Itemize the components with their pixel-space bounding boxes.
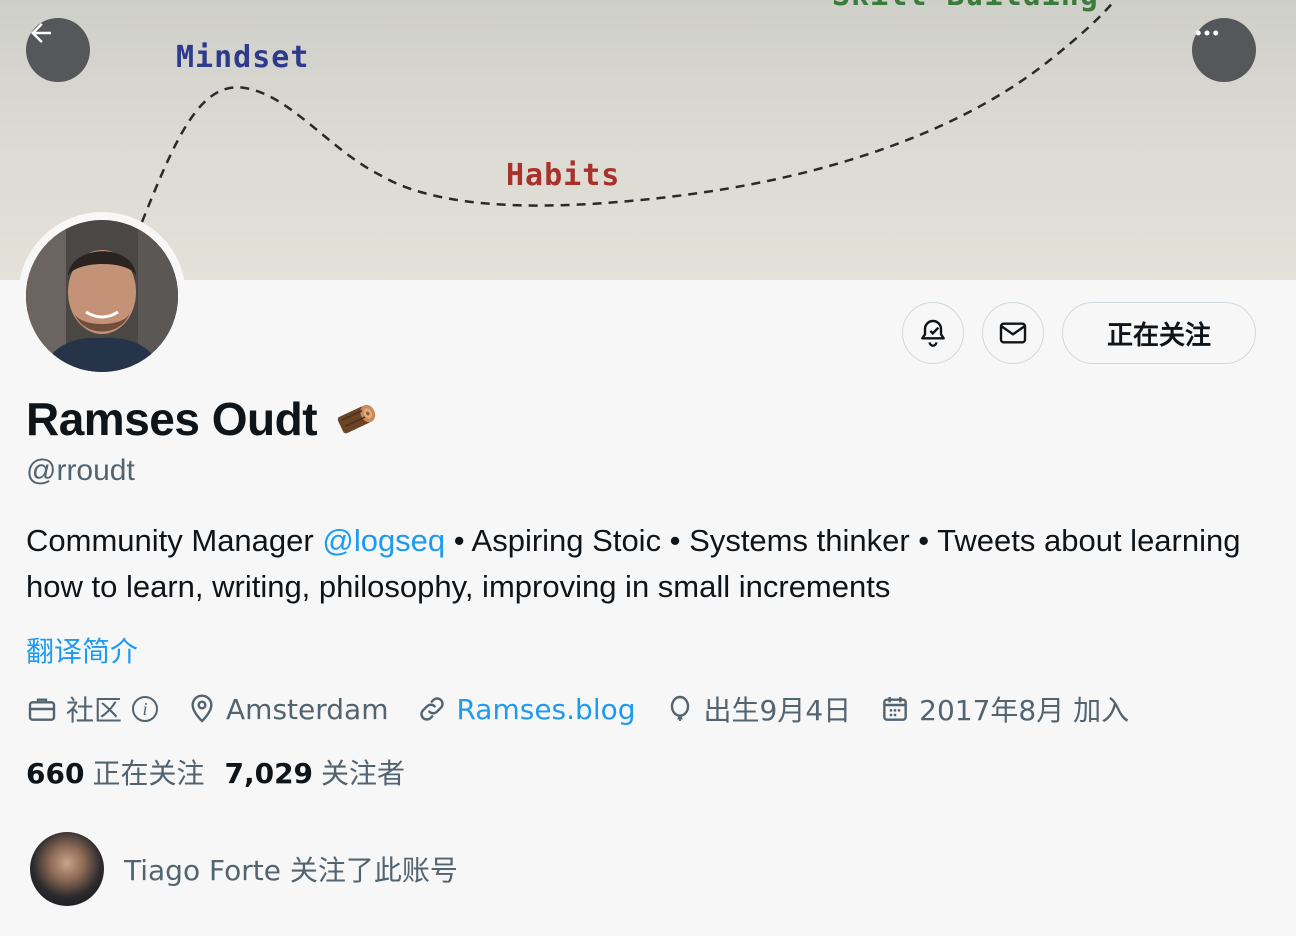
- notifications-button[interactable]: [902, 302, 964, 364]
- location-pin-icon: [191, 694, 213, 723]
- avatar-photo: [26, 220, 178, 372]
- mail-icon: [999, 322, 1027, 344]
- following-stat-link[interactable]: 660 正在关注: [26, 752, 204, 792]
- meta-category-text: 社区: [66, 694, 123, 727]
- website-link[interactable]: Ramses.blog: [456, 693, 635, 726]
- follow-stats: 660 正在关注 7,029 关注者: [26, 752, 425, 792]
- meta-category: 社区 i: [26, 689, 159, 729]
- meta-location: Amsterdam: [186, 693, 388, 726]
- meta-location-text: Amsterdam: [226, 692, 389, 726]
- calendar-icon: [883, 697, 908, 721]
- followed-by-text: Tiago Forte 关注了此账号: [124, 854, 458, 887]
- display-name: Ramses Oudt: [26, 392, 381, 446]
- bio-text-start: Community Manager: [26, 523, 323, 558]
- banner-label-skill-building: Skill Building: [832, 0, 1099, 13]
- meta-joined: 2017年8月 加入: [879, 689, 1129, 729]
- banner-label-mindset: Mindset: [176, 40, 310, 75]
- followers-count: 7,029: [224, 757, 314, 790]
- link-icon: [420, 697, 445, 721]
- meta-website: Ramses.blog: [416, 693, 636, 726]
- briefcase-icon: [28, 698, 56, 721]
- more-icon: [1195, 30, 1219, 36]
- user-handle: @rroudt: [26, 454, 135, 487]
- followed-by-row[interactable]: Tiago Forte 关注了此账号: [30, 832, 458, 906]
- balloon-icon: [670, 695, 689, 721]
- meta-birthday: 出生9月4日: [664, 689, 852, 729]
- followers-stat-link[interactable]: 7,029 关注者: [224, 752, 405, 792]
- following-button[interactable]: 正在关注: [1062, 302, 1256, 364]
- bio-mention-link[interactable]: @logseq: [322, 523, 445, 558]
- translate-bio-link[interactable]: 翻译简介: [26, 630, 138, 670]
- back-arrow-icon: [31, 23, 51, 43]
- wood-log-emoji: [337, 404, 376, 434]
- avatar-portrait: [26, 220, 178, 372]
- display-name-text: Ramses Oudt: [26, 393, 318, 445]
- profile-meta-row: 社区 i Amsterdam Ramses.blog 出生9月4日 2017年8…: [26, 688, 1157, 730]
- notification-bell-icon: [921, 319, 945, 347]
- info-icon[interactable]: i: [132, 696, 159, 722]
- profile-page: Mindset Habits Skill Building: [0, 0, 1296, 936]
- profile-avatar[interactable]: [18, 212, 186, 380]
- profile-banner[interactable]: Mindset Habits Skill Building: [0, 0, 1296, 280]
- following-count: 660: [26, 757, 85, 790]
- message-button[interactable]: [982, 302, 1044, 364]
- back-button[interactable]: [26, 18, 90, 82]
- following-label: 正在关注: [92, 757, 205, 790]
- profile-bio: Community Manager @logseq • Aspiring Sto…: [26, 518, 1256, 610]
- followers-label: 关注者: [321, 757, 406, 790]
- meta-birthday-text: 出生9月4日: [703, 694, 852, 727]
- more-options-button[interactable]: [1192, 18, 1256, 82]
- follower-avatar[interactable]: [30, 832, 104, 906]
- meta-joined-text: 2017年8月 加入: [919, 694, 1130, 727]
- banner-label-habits: Habits: [506, 158, 621, 193]
